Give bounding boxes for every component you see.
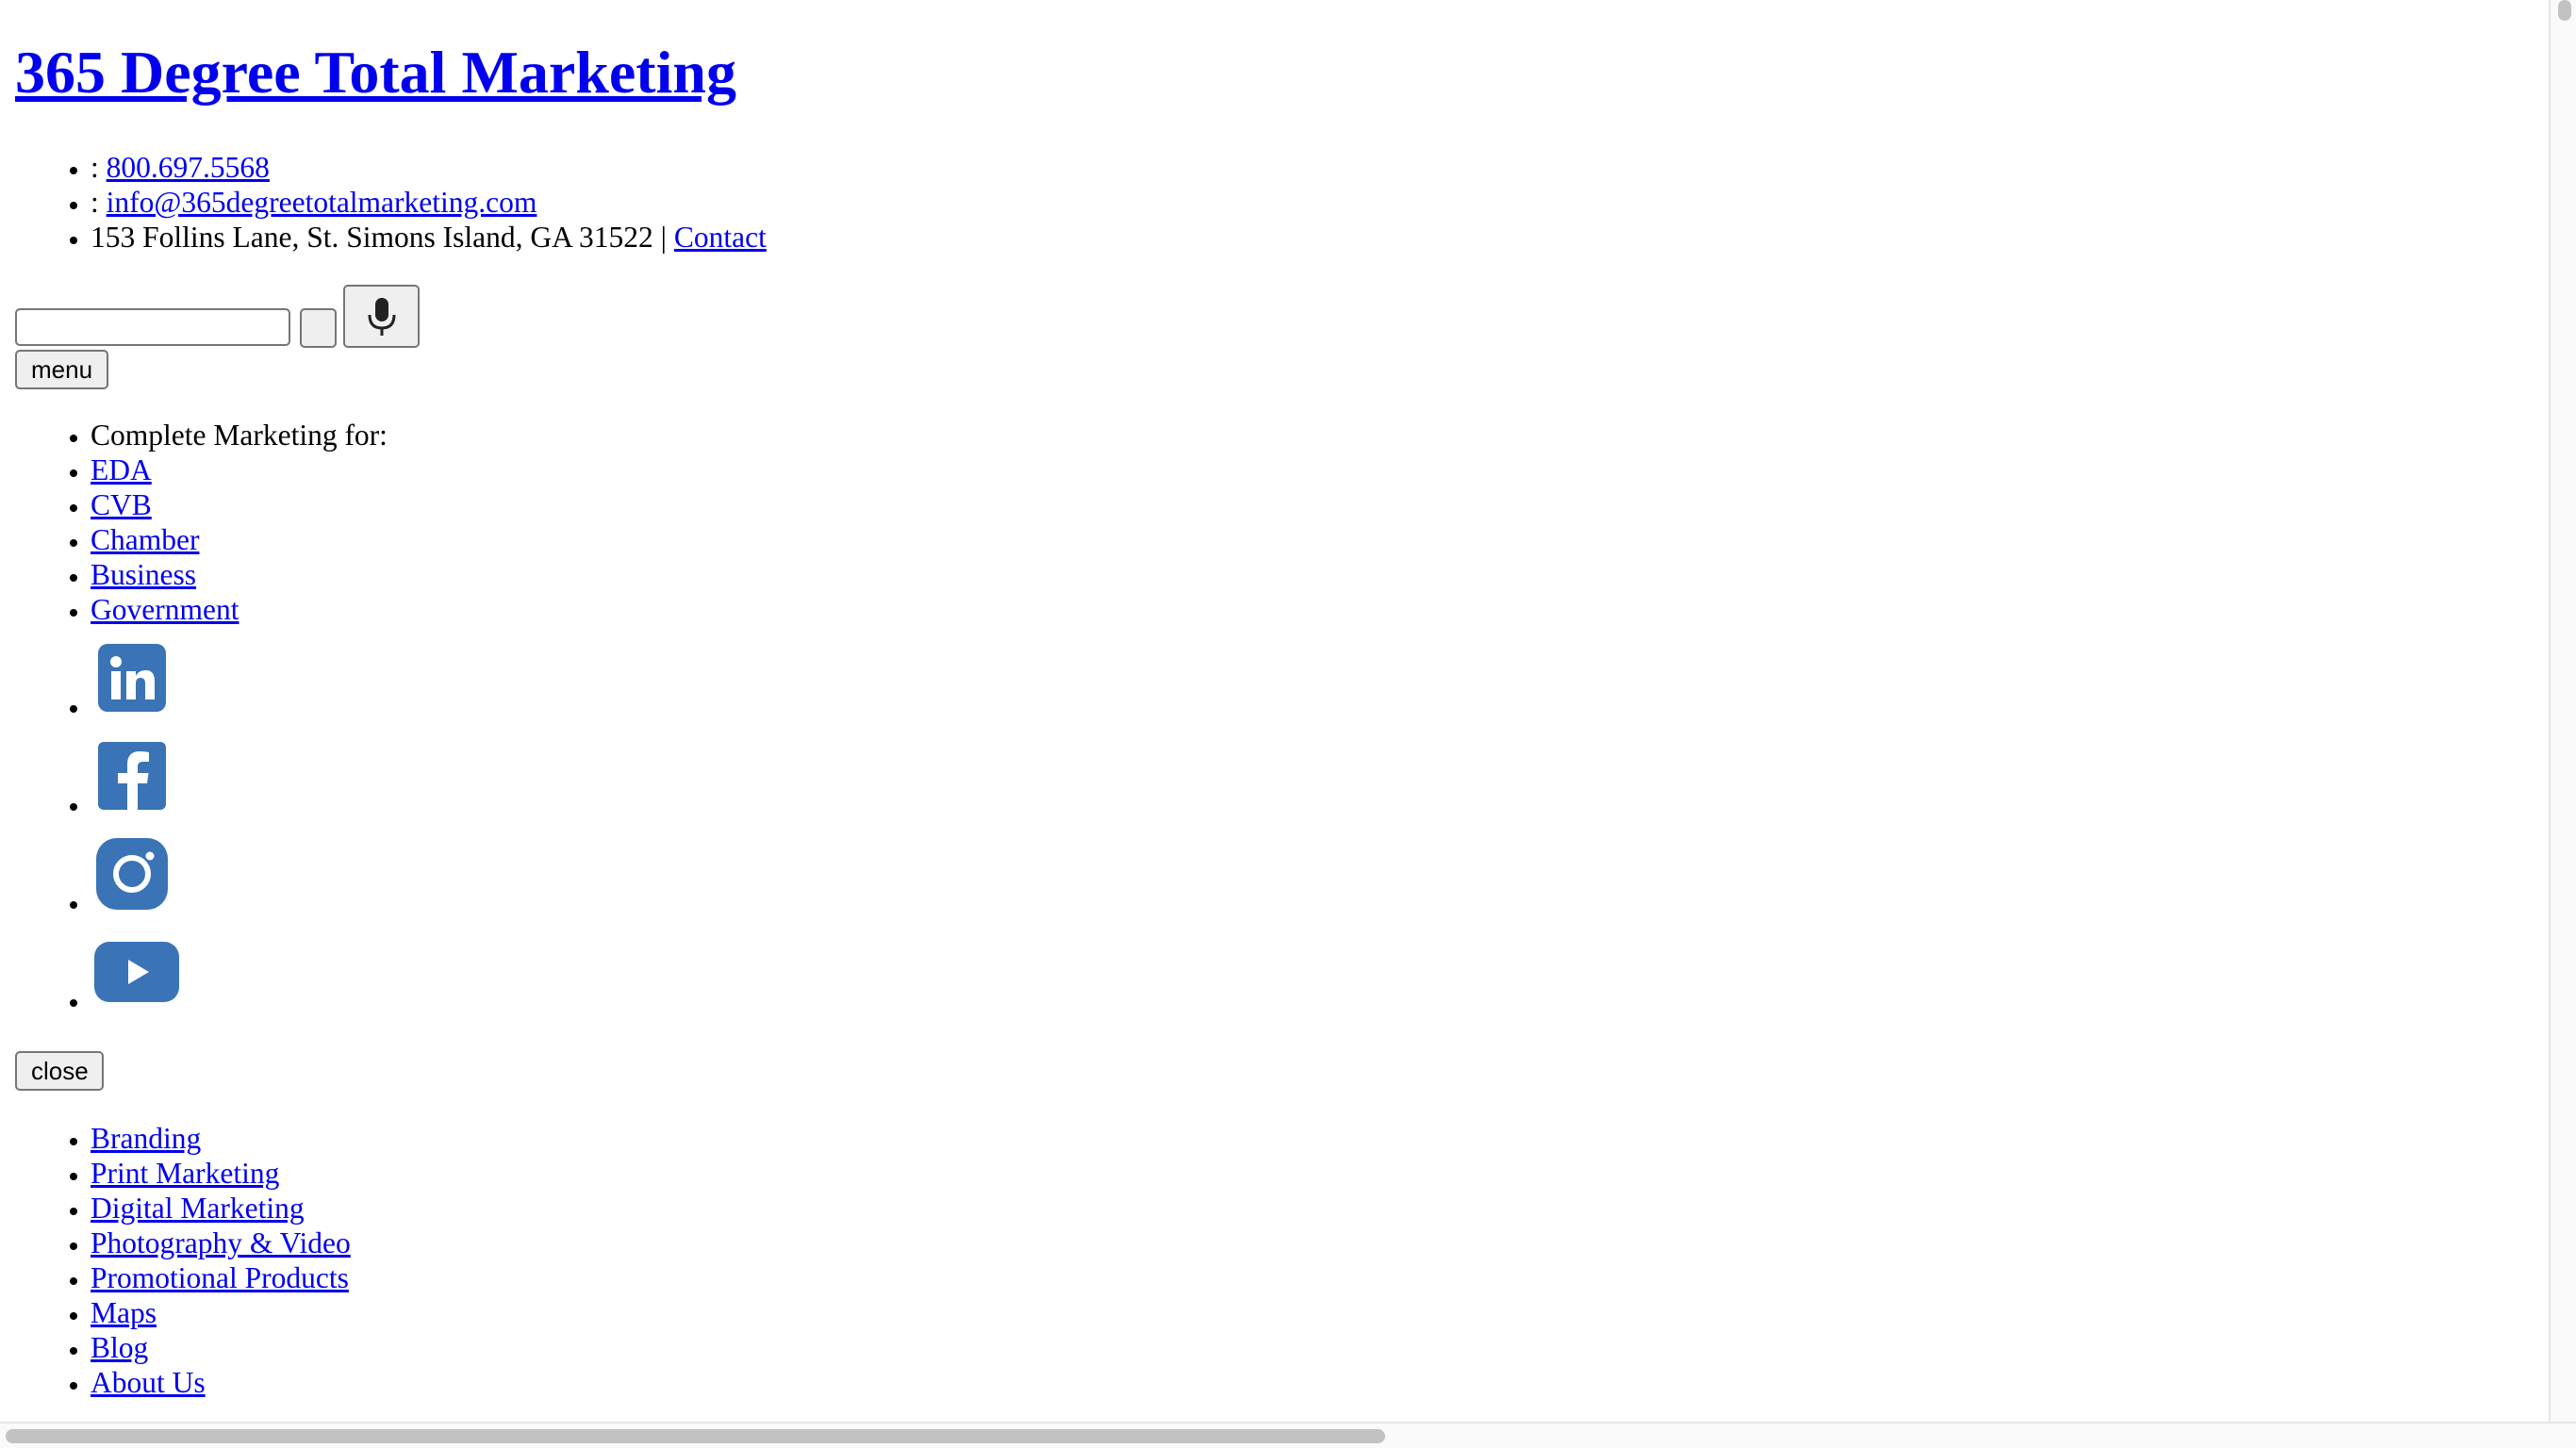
instagram-link[interactable] xyxy=(94,836,170,912)
service-item: Promotional Products xyxy=(91,1260,351,1295)
contact-list: : 800.697.5568 : info@365degreetotalmark… xyxy=(0,150,767,255)
facebook-link[interactable] xyxy=(94,738,170,814)
service-item: About Us xyxy=(91,1365,351,1400)
audience-heading: Complete Marketing for: xyxy=(91,418,388,452)
email-link[interactable]: info@365degreetotalmarketing.com xyxy=(107,186,537,219)
service-link-promotional-products[interactable]: Promotional Products xyxy=(91,1261,349,1294)
service-item: Maps xyxy=(91,1295,351,1330)
service-item: Digital Marketing xyxy=(91,1191,351,1226)
audience-list: Complete Marketing for: EDA CVB Chamber … xyxy=(0,418,388,627)
menu-button[interactable]: menu xyxy=(15,350,108,389)
service-link-maps[interactable]: Maps xyxy=(91,1296,157,1329)
phone-link[interactable]: 800.697.5568 xyxy=(107,151,270,184)
contact-link[interactable]: Contact xyxy=(674,221,767,254)
audience-link-eda[interactable]: EDA xyxy=(91,453,152,486)
services-list: Branding Print Marketing Digital Marketi… xyxy=(0,1121,351,1400)
service-item: Print Marketing xyxy=(91,1156,351,1191)
vertical-scrollbar[interactable] xyxy=(2549,0,2576,1422)
audience-link-chamber[interactable]: Chamber xyxy=(91,523,199,556)
linkedin-link[interactable] xyxy=(94,640,170,716)
vertical-scrollbar-thumb[interactable] xyxy=(2558,0,2571,21)
service-link-about-us[interactable]: About Us xyxy=(91,1366,206,1399)
audience-item: CVB xyxy=(91,487,388,522)
email-prefix: : xyxy=(91,186,107,219)
social-list xyxy=(0,633,179,1025)
service-link-photography-video[interactable]: Photography & Video xyxy=(91,1226,351,1259)
service-link-blog[interactable]: Blog xyxy=(91,1331,148,1364)
service-item: Blog xyxy=(91,1330,351,1365)
horizontal-scrollbar[interactable] xyxy=(0,1422,2576,1448)
site-title: 365 Degree Total Marketing xyxy=(15,38,736,107)
audience-item: Business xyxy=(91,557,388,592)
close-button[interactable]: close xyxy=(15,1051,104,1091)
service-item: Photography & Video xyxy=(91,1226,351,1260)
contact-item-address: 153 Follins Lane, St. Simons Island, GA … xyxy=(91,220,767,255)
linkedin-icon xyxy=(98,644,166,712)
youtube-link[interactable] xyxy=(94,934,179,1010)
facebook-icon xyxy=(98,742,166,810)
audience-item: Government xyxy=(91,592,388,627)
audience-link-cvb[interactable]: CVB xyxy=(91,488,152,521)
service-link-print-marketing[interactable]: Print Marketing xyxy=(91,1157,279,1190)
search-submit-button[interactable] xyxy=(300,308,337,348)
audience-link-government[interactable]: Government xyxy=(91,593,239,626)
instagram-icon xyxy=(96,838,168,910)
service-item: Branding xyxy=(91,1121,351,1156)
audience-item: EDA xyxy=(91,452,388,487)
youtube-icon xyxy=(94,942,179,1002)
site-title-link[interactable]: 365 Degree Total Marketing xyxy=(15,39,736,106)
page: 365 Degree Total Marketing : 800.697.556… xyxy=(0,0,2549,1422)
horizontal-scrollbar-thumb[interactable] xyxy=(6,1429,1385,1443)
service-link-branding[interactable]: Branding xyxy=(91,1122,201,1155)
service-link-digital-marketing[interactable]: Digital Marketing xyxy=(91,1192,305,1225)
microphone-icon xyxy=(368,297,395,336)
voice-search-button[interactable] xyxy=(343,285,420,348)
search-input[interactable] xyxy=(15,308,290,346)
phone-prefix: : xyxy=(91,151,107,184)
audience-link-business[interactable]: Business xyxy=(91,558,196,591)
audience-item: Chamber xyxy=(91,522,388,557)
contact-item-email: : info@365degreetotalmarketing.com xyxy=(91,185,767,220)
address-text: 153 Follins Lane, St. Simons Island, GA … xyxy=(91,221,674,254)
contact-item-phone: : 800.697.5568 xyxy=(91,150,767,185)
